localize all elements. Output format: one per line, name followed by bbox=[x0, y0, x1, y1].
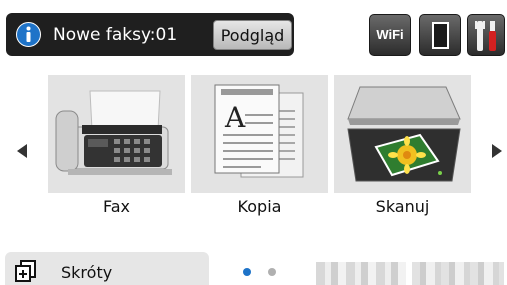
shortcuts-label: Skróty bbox=[61, 263, 113, 282]
copy-document-icon: A bbox=[214, 84, 304, 178]
scanner-icon bbox=[347, 86, 461, 182]
svg-text:A: A bbox=[224, 101, 246, 134]
status-area-blurred bbox=[412, 262, 504, 285]
fax-machine-icon bbox=[55, 90, 172, 175]
scan-label: Skanuj bbox=[375, 197, 430, 216]
arrow-left-icon[interactable] bbox=[14, 140, 30, 162]
info-icon bbox=[16, 22, 41, 47]
copy-tile[interactable]: A bbox=[191, 75, 328, 193]
settings-tools-icon bbox=[475, 21, 496, 51]
copy-label: Kopia bbox=[237, 197, 282, 216]
arrow-right-icon[interactable] bbox=[489, 140, 505, 162]
toner-icon bbox=[432, 22, 449, 49]
fax-label: Fax bbox=[102, 197, 130, 216]
page-indicator-dot-active bbox=[243, 268, 251, 276]
toner-button[interactable] bbox=[419, 14, 461, 56]
scan-tile[interactable] bbox=[334, 75, 471, 193]
preview-button[interactable]: Podgląd bbox=[213, 20, 292, 50]
page-indicator-dot bbox=[268, 268, 276, 276]
wifi-label: WiFi bbox=[376, 27, 404, 42]
wifi-button[interactable]: WiFi bbox=[369, 14, 411, 56]
shortcuts-plus-icon bbox=[15, 260, 36, 282]
notification-bar: Nowe faksy:01 Podgląd bbox=[6, 13, 294, 56]
status-area-blurred bbox=[316, 262, 406, 285]
fax-tile[interactable] bbox=[48, 75, 185, 193]
shortcuts-button[interactable]: Skróty bbox=[5, 252, 209, 285]
settings-button[interactable] bbox=[467, 14, 505, 56]
notification-text: Nowe faksy:01 bbox=[53, 25, 178, 45]
